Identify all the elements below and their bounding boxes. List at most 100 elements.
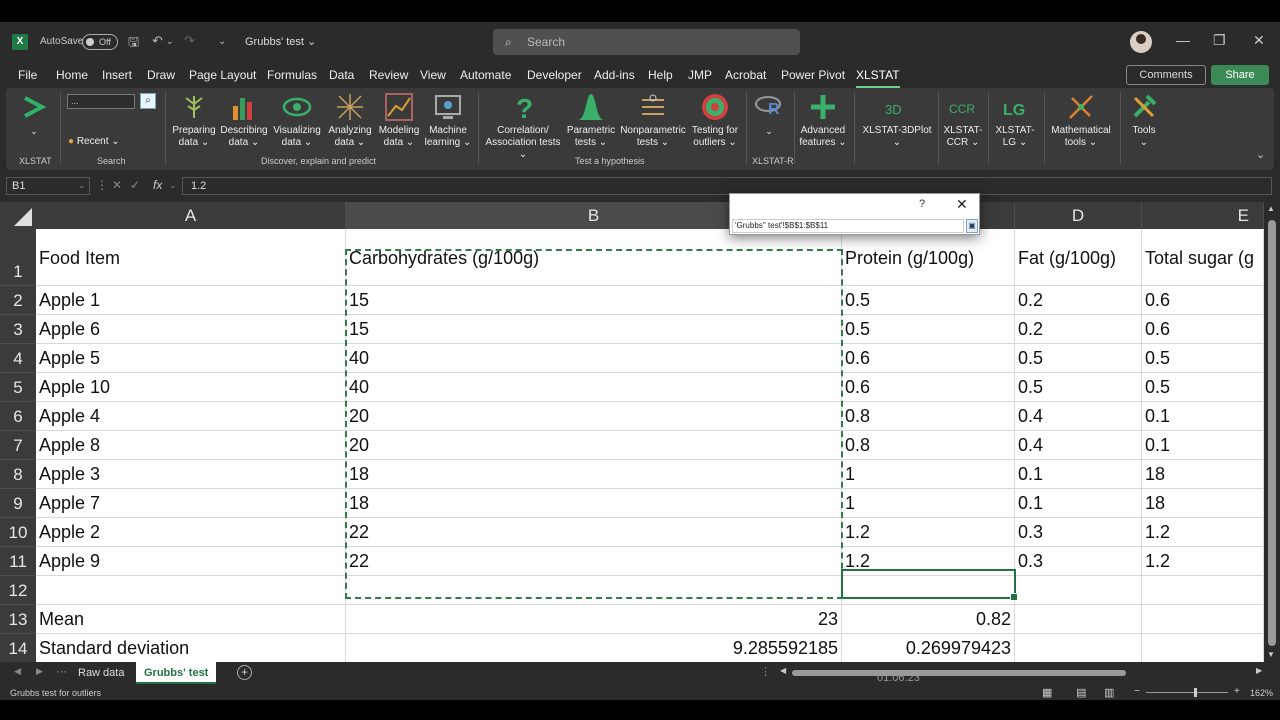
add-sheet-icon[interactable]: + bbox=[237, 665, 252, 680]
cell-d5[interactable]: 0.5 bbox=[1015, 373, 1142, 402]
search-box[interactable]: ⌕ Search bbox=[493, 29, 800, 55]
cell-a12[interactable] bbox=[36, 576, 346, 605]
tab-formulas[interactable]: Formulas bbox=[267, 68, 317, 82]
tab-add-ins[interactable]: Add-ins bbox=[594, 68, 635, 82]
cell-b6[interactable]: 20 bbox=[346, 402, 842, 431]
help-icon[interactable]: ? bbox=[919, 198, 925, 210]
next-sheet-icon[interactable]: ▶ bbox=[36, 666, 43, 677]
analyzing-data-button[interactable]: Analyzing data ⌄ bbox=[324, 92, 376, 154]
column-header-d[interactable]: D bbox=[1015, 202, 1142, 229]
tab-acrobat[interactable]: Acrobat bbox=[725, 68, 766, 82]
cell-a1[interactable]: Food Item bbox=[36, 229, 346, 286]
correlation-tests-button[interactable]: ? Correlation/ Association tests ⌄ bbox=[480, 92, 566, 160]
cell-b10[interactable]: 22 bbox=[346, 518, 842, 547]
tab-automate[interactable]: Automate bbox=[460, 68, 511, 82]
row-header-5[interactable]: 5 bbox=[0, 373, 36, 402]
cell-e2[interactable]: 0.6 bbox=[1142, 286, 1264, 315]
row-header-4[interactable]: 4 bbox=[0, 344, 36, 373]
cell-a9[interactable]: Apple 7 bbox=[36, 489, 346, 518]
column-header-e[interactable]: E bbox=[1142, 202, 1264, 229]
describing-data-button[interactable]: Describing data ⌄ bbox=[219, 92, 269, 154]
cell-e5[interactable]: 0.5 bbox=[1142, 373, 1264, 402]
cell-a8[interactable]: Apple 3 bbox=[36, 460, 346, 489]
horizontal-scrollbar[interactable]: ◀ ▶ bbox=[780, 666, 1266, 678]
tab-review[interactable]: Review bbox=[369, 68, 408, 82]
zoom-slider[interactable] bbox=[1146, 692, 1228, 693]
autosave-toggle[interactable]: Off bbox=[82, 34, 118, 50]
tab-file[interactable]: File bbox=[18, 68, 37, 82]
column-header-a[interactable]: A bbox=[36, 202, 346, 229]
row-header-2[interactable]: 2 bbox=[0, 286, 36, 315]
xlstat-search-button[interactable]: ⌕ bbox=[140, 93, 156, 109]
cell-a6[interactable]: Apple 4 bbox=[36, 402, 346, 431]
scroll-left-icon[interactable]: ◀ bbox=[780, 666, 786, 675]
cell-b5[interactable]: 40 bbox=[346, 373, 842, 402]
cancel-icon[interactable]: ✕ bbox=[112, 178, 122, 192]
vertical-scroll-thumb[interactable] bbox=[1268, 220, 1276, 646]
cell-b3[interactable]: 15 bbox=[346, 315, 842, 344]
customize-qat-icon[interactable]: ⌄ bbox=[218, 36, 226, 47]
redo-icon[interactable]: ↷ bbox=[184, 33, 195, 49]
xlstat-3dplot-button[interactable]: 3D XLSTAT-3DPlot ⌄ bbox=[858, 92, 936, 154]
advanced-features-button[interactable]: Advanced features ⌄ bbox=[796, 92, 850, 154]
mathematical-tools-button[interactable]: Mathematical tools ⌄ bbox=[1046, 92, 1116, 154]
cell-b14[interactable]: 9.285592185 bbox=[346, 634, 842, 662]
sheet-tab-raw-data[interactable]: Raw data bbox=[70, 662, 132, 684]
cell-a14[interactable]: Standard deviation bbox=[36, 634, 346, 662]
tab-draw[interactable]: Draw bbox=[147, 68, 175, 82]
cell-e8[interactable]: 18 bbox=[1142, 460, 1264, 489]
xlstat-search-input[interactable]: ... bbox=[67, 94, 135, 109]
tab-help[interactable]: Help bbox=[648, 68, 673, 82]
tab-jmp[interactable]: JMP bbox=[688, 68, 712, 82]
cell-e13[interactable] bbox=[1142, 605, 1264, 634]
cell-c4[interactable]: 0.6 bbox=[842, 344, 1015, 373]
recent-button[interactable]: ● Recent ⌄ bbox=[68, 136, 120, 147]
row-header-14[interactable]: 14 bbox=[0, 634, 36, 662]
cell-e11[interactable]: 1.2 bbox=[1142, 547, 1264, 576]
cell-c13[interactable]: 0.82 bbox=[842, 605, 1015, 634]
cell-a4[interactable]: Apple 5 bbox=[36, 344, 346, 373]
preparing-data-button[interactable]: Preparing data ⌄ bbox=[169, 92, 219, 154]
row-header-8[interactable]: 8 bbox=[0, 460, 36, 489]
cell-c3[interactable]: 0.5 bbox=[842, 315, 1015, 344]
zoom-in-icon[interactable]: + bbox=[1234, 686, 1240, 697]
row-header-6[interactable]: 6 bbox=[0, 402, 36, 431]
cell-e4[interactable]: 0.5 bbox=[1142, 344, 1264, 373]
cell-c10[interactable]: 1.2 bbox=[842, 518, 1015, 547]
enter-icon[interactable]: ✓ bbox=[130, 178, 140, 192]
close-icon[interactable]: ✕ bbox=[1253, 32, 1265, 49]
document-title[interactable]: Grubbs' test ⌄ bbox=[245, 35, 316, 48]
undo-dropdown-icon[interactable]: ⌄ bbox=[166, 36, 174, 47]
collapse-ribbon-icon[interactable]: ⌄ bbox=[1256, 148, 1265, 161]
row-header-9[interactable]: 9 bbox=[0, 489, 36, 518]
cell-e10[interactable]: 1.2 bbox=[1142, 518, 1264, 547]
xlstat-ccr-button[interactable]: CCR XLSTAT-CCR ⌄ bbox=[940, 92, 986, 154]
select-all-button[interactable] bbox=[0, 202, 36, 229]
modeling-data-button[interactable]: Modeling data ⌄ bbox=[376, 92, 422, 154]
cell-b12[interactable] bbox=[346, 576, 842, 605]
cell-e12[interactable] bbox=[1142, 576, 1264, 605]
cell-b1[interactable]: Carbohydrates (g/100g) bbox=[346, 229, 842, 286]
cell-d3[interactable]: 0.2 bbox=[1015, 315, 1142, 344]
comments-button[interactable]: Comments bbox=[1126, 65, 1206, 85]
cell-b7[interactable]: 20 bbox=[346, 431, 842, 460]
avatar[interactable] bbox=[1130, 31, 1152, 53]
tab-developer[interactable]: Developer bbox=[527, 68, 582, 82]
tab-insert[interactable]: Insert bbox=[102, 68, 132, 82]
cell-c9[interactable]: 1 bbox=[842, 489, 1015, 518]
page-break-view-icon[interactable]: ▥ bbox=[1104, 686, 1114, 699]
undo-icon[interactable]: ↶ bbox=[152, 33, 163, 49]
scroll-up-icon[interactable]: ▲ bbox=[1267, 204, 1275, 213]
cell-c2[interactable]: 0.5 bbox=[842, 286, 1015, 315]
normal-view-icon[interactable]: ▦ bbox=[1042, 686, 1052, 699]
tab-home[interactable]: Home bbox=[56, 68, 88, 82]
spreadsheet-grid[interactable]: A B C D E 1Food ItemCarbohydrates (g/100… bbox=[0, 202, 1264, 662]
tab-page-layout[interactable]: Page Layout bbox=[189, 68, 256, 82]
minimize-icon[interactable]: — bbox=[1176, 32, 1190, 48]
row-header-1[interactable]: 1 bbox=[0, 229, 36, 286]
horizontal-scroll-thumb[interactable] bbox=[792, 670, 1126, 676]
cell-e9[interactable]: 18 bbox=[1142, 489, 1264, 518]
close-dialog-icon[interactable]: ✕ bbox=[956, 196, 968, 213]
cell-e1[interactable]: Total sugar (g bbox=[1142, 229, 1264, 286]
row-header-11[interactable]: 11 bbox=[0, 547, 36, 576]
